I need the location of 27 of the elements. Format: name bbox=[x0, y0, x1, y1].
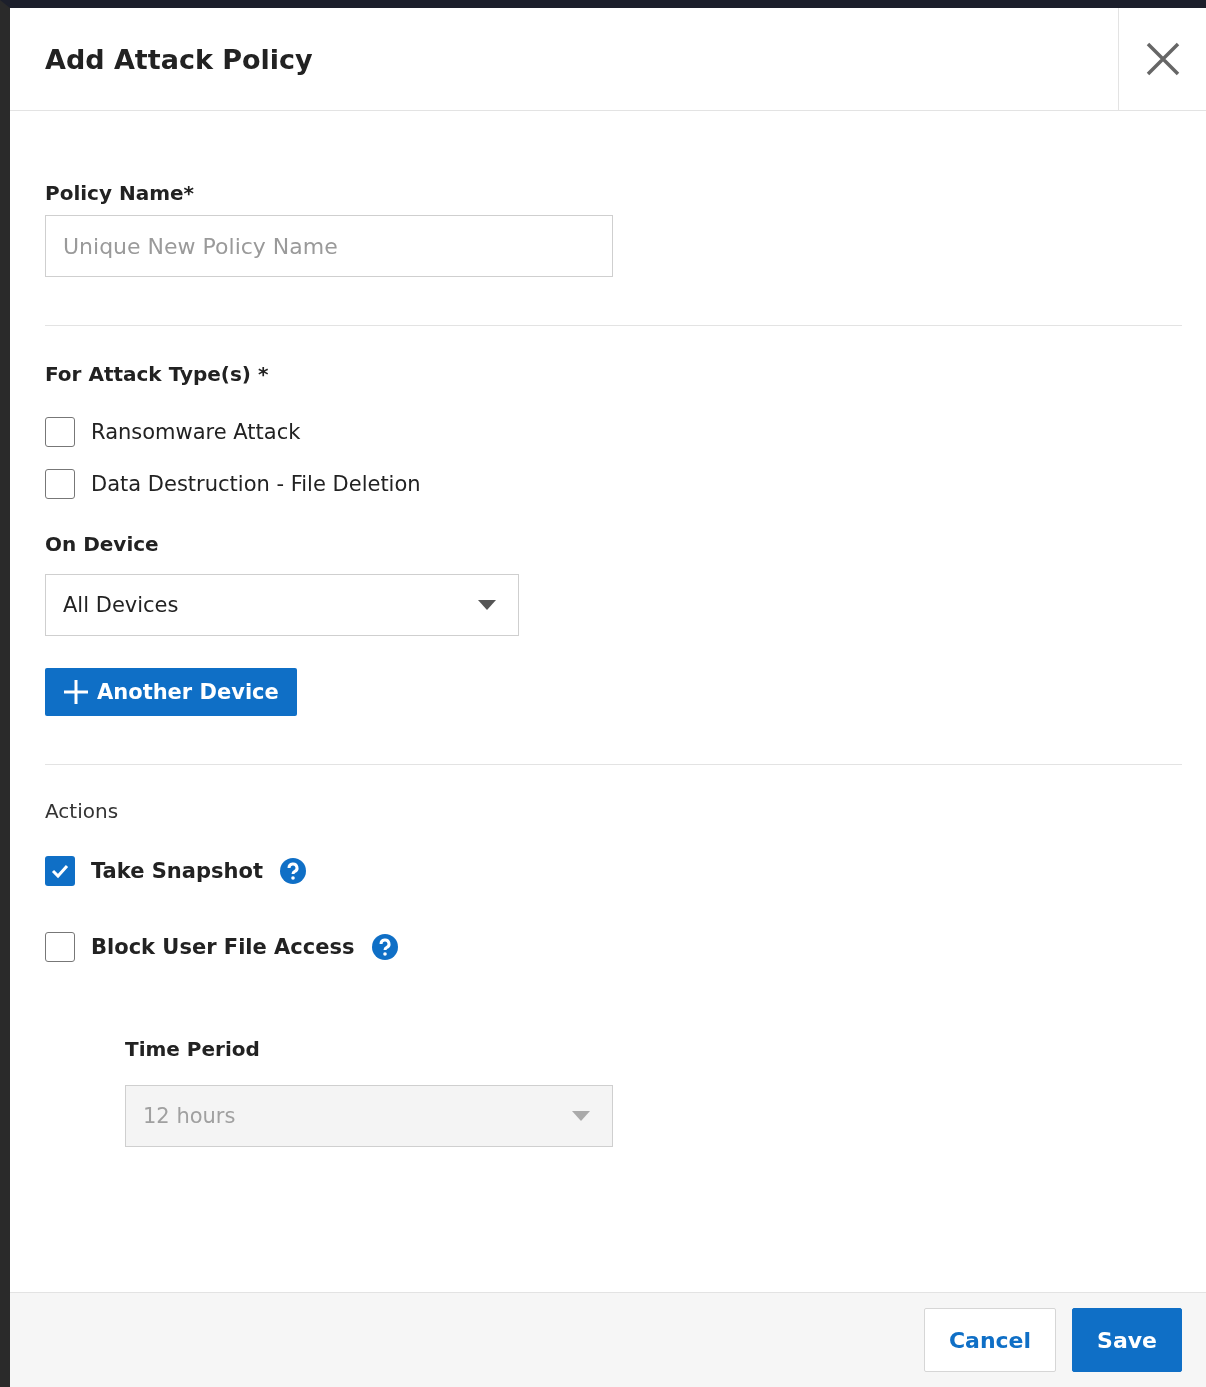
select-value: 12 hours bbox=[143, 1104, 236, 1128]
section-label: Actions bbox=[45, 799, 120, 823]
cancel-button[interactable]: Cancel bbox=[923, 1308, 1057, 1372]
checkbox[interactable] bbox=[45, 932, 75, 962]
dialog-title: Add Attack Policy bbox=[44, 42, 314, 77]
field-label: For Attack Type(s) * bbox=[45, 362, 270, 386]
caret-icon bbox=[478, 600, 496, 610]
device-select[interactable]: All Devices bbox=[45, 574, 519, 636]
field-label: Policy Name* bbox=[45, 181, 196, 205]
checkbox-label: Block User File Access bbox=[91, 935, 355, 959]
help-icon[interactable] bbox=[278, 857, 307, 885]
plus-icon bbox=[63, 679, 89, 705]
checkbox-label: Data Destruction - File Deletion bbox=[91, 472, 421, 496]
checkbox[interactable] bbox=[45, 469, 75, 499]
select-value: All Devices bbox=[63, 593, 179, 617]
caret-icon bbox=[572, 1111, 590, 1121]
checkbox-label: Take Snapshot bbox=[91, 859, 263, 883]
checkbox[interactable] bbox=[45, 417, 75, 447]
help-icon[interactable] bbox=[370, 933, 399, 961]
field-label: On Device bbox=[45, 532, 160, 556]
save-button[interactable]: Save bbox=[1072, 1308, 1182, 1372]
checkbox[interactable] bbox=[45, 856, 75, 886]
close-icon bbox=[1145, 42, 1180, 76]
field-label: Time Period bbox=[125, 1037, 261, 1061]
checkbox-label: Ransomware Attack bbox=[91, 420, 301, 444]
add-device-button[interactable]: Another Device bbox=[45, 668, 297, 716]
policy-name-field[interactable]: Unique New Policy Name bbox=[45, 215, 613, 277]
